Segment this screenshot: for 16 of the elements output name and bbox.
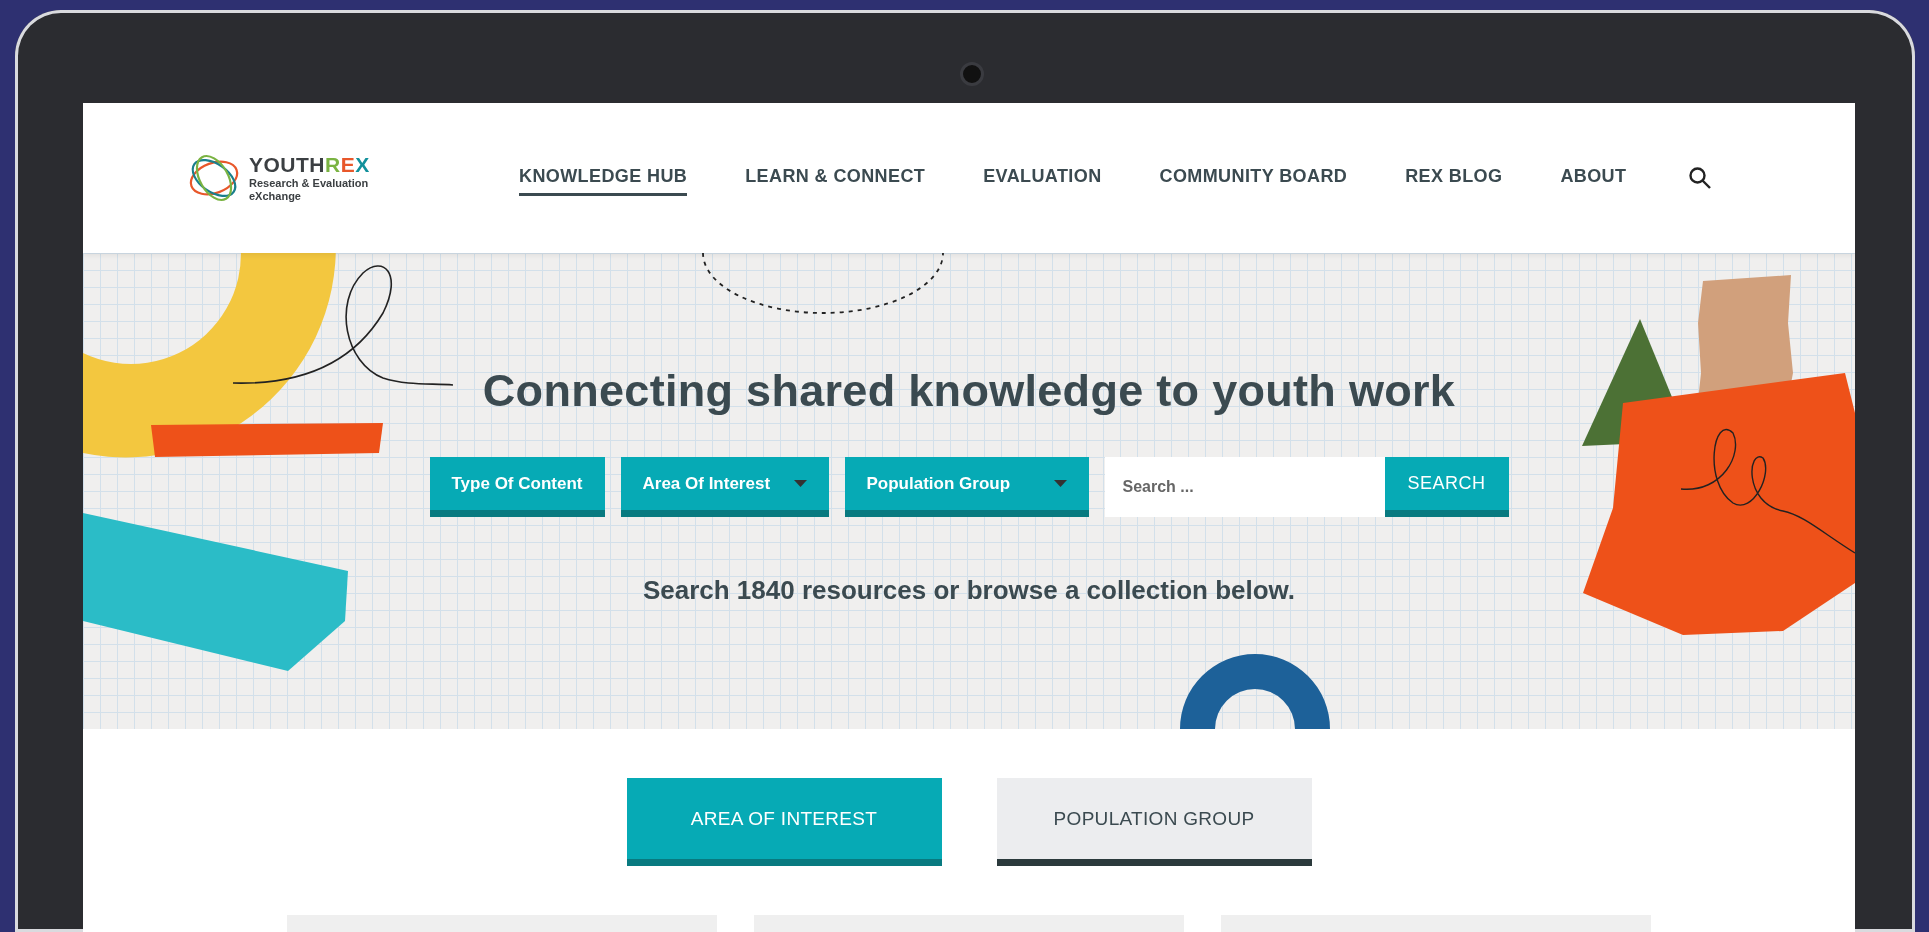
search-icon[interactable]	[1688, 166, 1713, 190]
logo-tagline: Research & Evaluation eXchange	[249, 176, 370, 203]
collection-tab[interactable]: POPULATION GROUP	[996, 778, 1312, 866]
nav-link[interactable]: KNOWLEDGE HUB	[519, 160, 688, 196]
resource-count-text: Search 1840 resources or browse a collection below.	[642, 575, 1296, 606]
hero-title: Connecting shared knowledge to youth work	[482, 365, 1456, 417]
caret-icon	[1053, 480, 1067, 487]
nav-link[interactable]: ABOUT	[1560, 160, 1627, 196]
logo-wordmark: YOUTHREX	[249, 153, 371, 175]
camera-icon	[960, 62, 984, 86]
search-field[interactable]: Search ...	[1104, 457, 1385, 517]
caret-icon	[793, 480, 807, 487]
nav-link[interactable]: COMMUNITY BOARD	[1159, 160, 1348, 196]
nav-link[interactable]: REX BLOG	[1405, 160, 1503, 196]
nav-link[interactable]: LEARN & CONNECT	[745, 160, 926, 196]
nav-link[interactable]: EVALUATION	[983, 160, 1102, 196]
